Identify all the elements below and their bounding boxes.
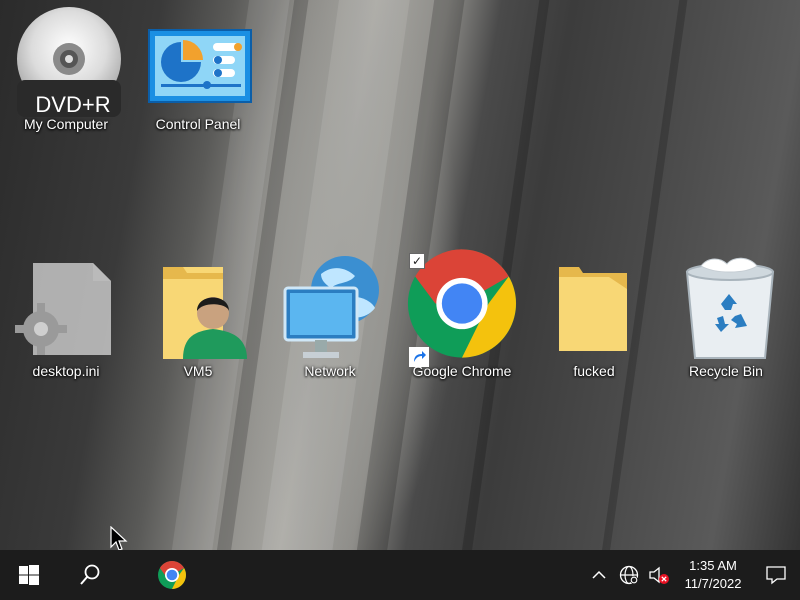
icon-label: My Computer bbox=[23, 116, 109, 132]
dvd-badge-text: DVD+R bbox=[35, 92, 111, 117]
desktop-icon-control-panel[interactable]: Control Panel bbox=[138, 12, 258, 132]
user-folder-icon bbox=[143, 259, 253, 359]
dvd-drive-icon: DVD+R bbox=[11, 7, 121, 117]
folder-icon bbox=[539, 259, 649, 359]
desktop-background: DVD+R My Computer Control Panel desktop.… bbox=[0, 0, 800, 550]
icon-label: fucked bbox=[573, 363, 615, 379]
volume-muted-icon[interactable] bbox=[644, 550, 674, 600]
clock[interactable]: 1:35 AM 11/7/2022 bbox=[674, 550, 752, 600]
desktop-icon-vm5[interactable]: VM5 bbox=[138, 259, 258, 379]
recycle-bin-icon bbox=[671, 257, 781, 359]
chrome-icon[interactable] bbox=[143, 550, 201, 600]
clock-date: 11/7/2022 bbox=[684, 576, 742, 591]
desktop-icon-desktop-ini[interactable]: desktop.ini bbox=[6, 259, 126, 379]
settings-file-icon bbox=[11, 259, 121, 359]
taskbar: 1:35 AM 11/7/2022 bbox=[0, 550, 800, 600]
icon-label: VM5 bbox=[183, 363, 213, 379]
desktop-icon-network[interactable]: Network bbox=[270, 256, 390, 379]
desktop-icon-google-chrome[interactable]: ✓ Google Chrome bbox=[402, 249, 522, 379]
icon-label: Recycle Bin bbox=[689, 363, 763, 379]
windows-start-icon[interactable] bbox=[0, 550, 58, 600]
globe-network-icon[interactable] bbox=[614, 550, 644, 600]
clock-time: 1:35 AM bbox=[689, 558, 737, 573]
icon-label: Control Panel bbox=[155, 116, 241, 132]
desktop-icon-recycle-bin[interactable]: Recycle Bin bbox=[666, 257, 786, 379]
chrome-shortcut-icon: ✓ bbox=[407, 249, 517, 367]
desktop-icon-my-computer[interactable]: DVD+R My Computer bbox=[6, 7, 126, 132]
notification-icon[interactable] bbox=[752, 550, 800, 600]
icon-label: Network bbox=[304, 363, 356, 379]
search-icon[interactable] bbox=[61, 550, 119, 600]
chevron-up-icon[interactable] bbox=[584, 550, 614, 600]
desktop-icon-fucked[interactable]: fucked bbox=[534, 259, 654, 379]
network-icon bbox=[275, 256, 385, 359]
control-panel-icon bbox=[143, 12, 253, 112]
shortcut-arrow-icon bbox=[409, 347, 429, 367]
selection-checkbox[interactable]: ✓ bbox=[409, 253, 425, 269]
mouse-cursor bbox=[110, 525, 128, 550]
icon-label: desktop.ini bbox=[32, 363, 100, 379]
system-tray: 1:35 AM 11/7/2022 bbox=[584, 550, 800, 600]
